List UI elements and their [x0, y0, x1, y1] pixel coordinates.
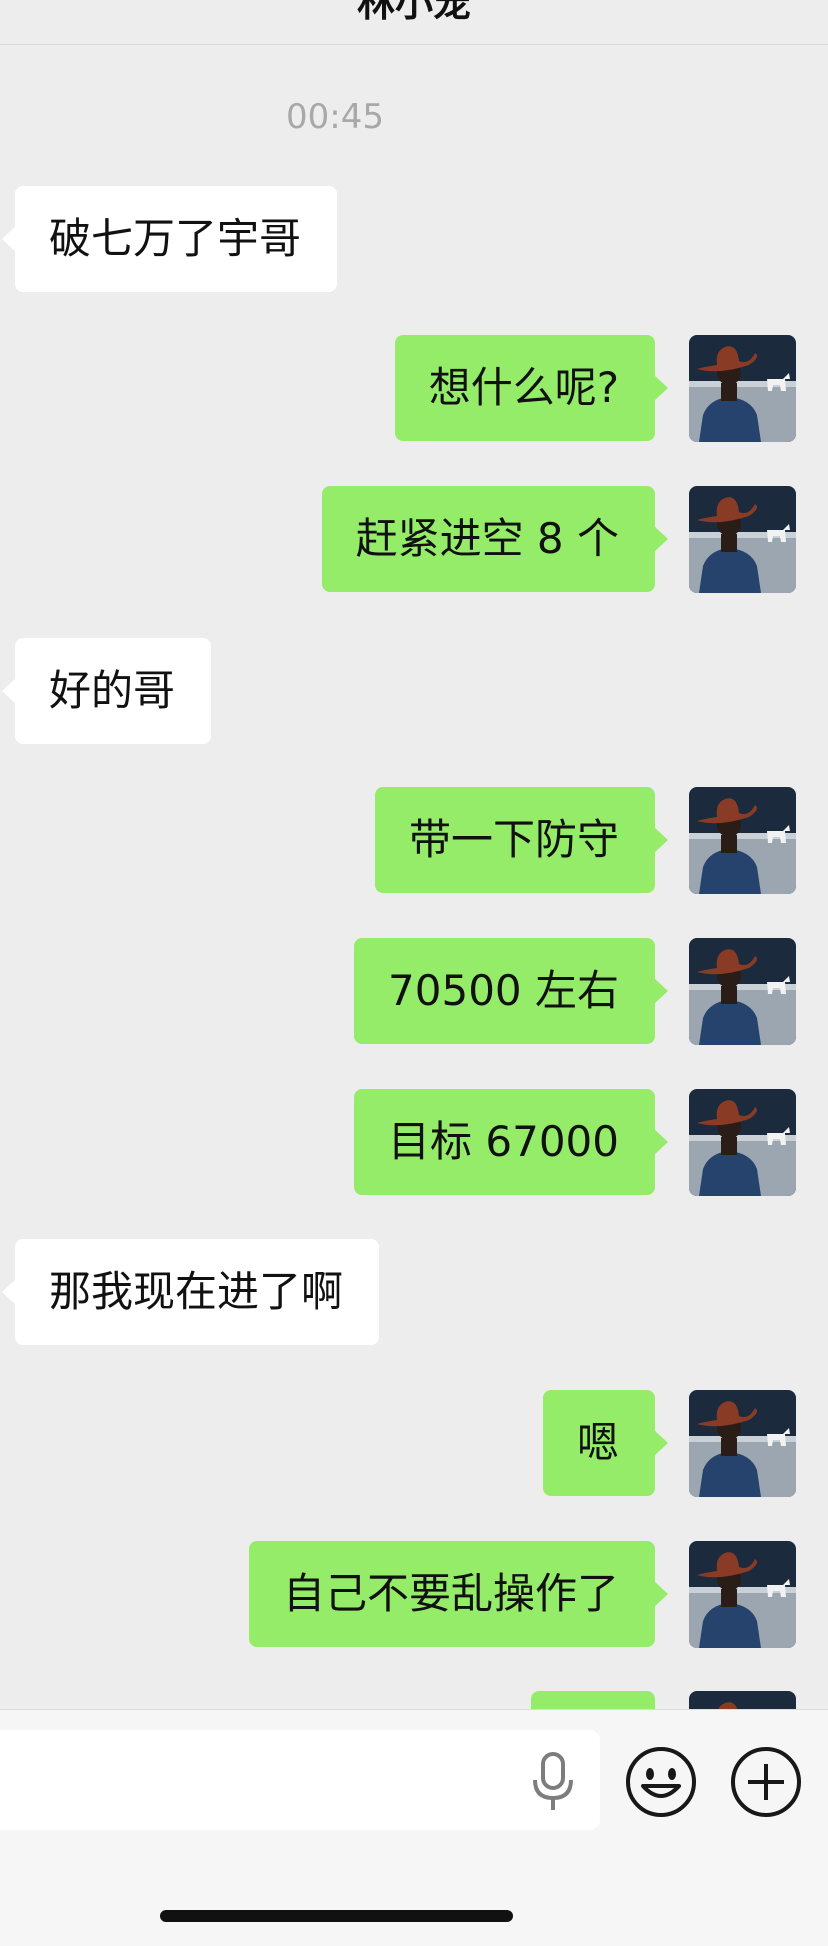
message-bubble-outgoing[interactable] [531, 1691, 655, 1709]
microphone-icon[interactable] [525, 1750, 581, 1814]
user-avatar[interactable] [689, 335, 796, 442]
home-indicator [160, 1910, 513, 1922]
message-bubble-outgoing[interactable]: 想什么呢? [394, 335, 669, 441]
user-avatar[interactable] [689, 1541, 796, 1648]
chat-title: 林小宠 [356, 0, 471, 25]
message-bubble-outgoing[interactable]: 嗯 [542, 1390, 669, 1496]
message-bubble-outgoing[interactable]: 70500 左右 [354, 938, 668, 1044]
emoji-icon[interactable] [625, 1746, 697, 1818]
message-bubble-outgoing[interactable]: 赶紧进空 8 个 [321, 486, 669, 592]
message-bubble-outgoing[interactable]: 自己不要乱操作了 [248, 1541, 669, 1647]
message-input[interactable] [0, 1730, 600, 1830]
message-bubble-outgoing[interactable]: 带一下防守 [374, 787, 669, 893]
user-avatar[interactable] [689, 486, 796, 593]
chat-header: 林小宠 [0, 0, 828, 45]
user-avatar[interactable] [689, 1089, 796, 1196]
user-avatar[interactable] [689, 938, 796, 1045]
user-avatar[interactable] [689, 787, 796, 894]
message-bubble-outgoing[interactable]: 目标 67000 [354, 1089, 668, 1195]
user-avatar[interactable] [689, 1390, 796, 1497]
input-bar [0, 1709, 828, 1946]
plus-icon[interactable] [730, 1746, 802, 1818]
message-bubble-incoming[interactable]: 那我现在进了啊 [1, 1239, 380, 1345]
user-avatar[interactable] [689, 1691, 796, 1709]
message-bubble-incoming[interactable]: 破七万了宇哥 [1, 186, 338, 292]
message-bubble-incoming[interactable]: 好的哥 [1, 638, 212, 744]
message-timestamp: 00:45 [286, 97, 384, 137]
message-list[interactable]: 00:45 破七万了宇哥 想什么呢? 赶紧进空 8 个 好的哥 带一下防守 70… [0, 45, 828, 1709]
